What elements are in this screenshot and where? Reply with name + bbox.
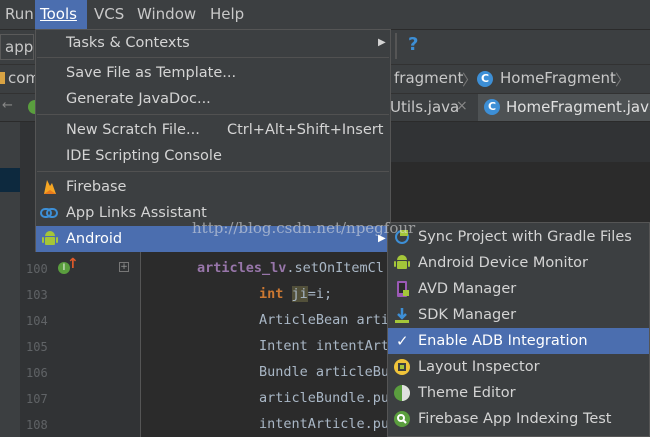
menu-item-layout-inspector[interactable]: Layout Inspector [388, 354, 649, 380]
sdk-download-icon [395, 308, 409, 323]
help-icon[interactable]: ? [408, 34, 418, 55]
package-folder-icon [0, 72, 5, 84]
code-line-107: articleBundle.pu [259, 390, 390, 406]
tab-homefragment[interactable]: C HomeFragment.java [478, 94, 650, 121]
menu-item-label: App Links Assistant [66, 205, 207, 221]
menu-item-label: New Scratch File... [66, 122, 200, 138]
menu-tools[interactable]: Tools [35, 0, 87, 29]
menu-item-avd-manager[interactable]: AVD Manager [388, 276, 649, 302]
search-icon [394, 411, 410, 427]
menu-item-ide-scripting-console[interactable]: IDE Scripting Console [36, 143, 390, 169]
code-line-105: Intent intentArt [259, 338, 390, 354]
menu-bar: Run Tools VCS Window Help [0, 0, 650, 30]
menu-item-sync-gradle[interactable]: Sync Project with Gradle Files [388, 224, 649, 250]
menu-item-save-template[interactable]: Save File as Template... [36, 60, 390, 86]
menu-item-label: Firebase [66, 179, 127, 195]
menu-item-label: Generate JavaDoc... [66, 91, 211, 107]
override-arrow-icon[interactable]: ↑ [67, 256, 79, 272]
fold-icon[interactable]: + [119, 262, 129, 272]
code-line-103: int ji=i; [259, 286, 332, 302]
project-label: app [5, 38, 34, 56]
code-keyword: int [259, 286, 284, 302]
tab-label: HomeFragment.java [506, 98, 650, 116]
line-number: 107 [26, 392, 48, 406]
code-variable: ji [291, 286, 308, 302]
android-submenu: Sync Project with Gradle Files Android D… [387, 222, 650, 437]
project-tree-selection [0, 168, 20, 192]
toolbar-divider [395, 33, 397, 59]
menu-item-label: Tasks & Contexts [66, 35, 190, 51]
code-line-100: articles_lv.setOnItemCl [197, 260, 384, 276]
line-number: 104 [26, 314, 48, 328]
menu-item-label: Layout Inspector [418, 359, 540, 375]
menu-item-android-device-monitor[interactable]: Android Device Monitor [388, 250, 649, 276]
watermark-text: http://blog.csdn.net/npegfour [192, 219, 416, 237]
link-icon [40, 208, 58, 218]
code-line-104: ArticleBean artic [259, 312, 398, 328]
menu-help[interactable]: Help [205, 0, 255, 29]
tab-utils[interactable]: Utils.java × [388, 94, 476, 121]
avd-icon [397, 281, 409, 297]
tab-label: Utils.java [390, 98, 460, 116]
menu-item-firebase[interactable]: Firebase [36, 174, 390, 200]
menu-item-label: SDK Manager [418, 307, 517, 323]
theme-editor-icon [394, 385, 410, 401]
menu-item-label: Android Device Monitor [418, 255, 588, 271]
menu-item-label: Firebase App Indexing Test [418, 411, 612, 427]
class-icon: C [484, 99, 500, 115]
menu-item-sdk-manager[interactable]: SDK Manager [388, 302, 649, 328]
menu-item-label: AVD Manager [418, 281, 517, 297]
line-number: 108 [26, 418, 48, 432]
menu-separator [37, 114, 389, 115]
menu-window[interactable]: Window [132, 0, 204, 29]
tab-scroll-left-icon[interactable]: ← [2, 98, 13, 113]
shortcut-label: Ctrl+Alt+Shift+Insert [227, 122, 384, 138]
code-field: articles_lv [197, 260, 287, 276]
menu-separator [37, 57, 389, 58]
class-icon: C [477, 71, 493, 87]
code-text: =i; [307, 286, 333, 302]
menu-item-theme-editor[interactable]: Theme Editor [388, 380, 649, 406]
menu-item-label: Sync Project with Gradle Files [418, 229, 632, 245]
line-number: 105 [26, 340, 48, 354]
close-icon[interactable]: × [456, 98, 468, 114]
breadcrumb-separator: 〉 [462, 71, 478, 89]
code-line-106: Bundle articleBun [259, 364, 398, 380]
line-number: 103 [26, 288, 48, 302]
android-icon [42, 231, 58, 245]
menu-item-enable-adb[interactable]: ✓ Enable ADB Integration [388, 328, 649, 354]
firebase-icon [44, 180, 56, 194]
menu-item-label: Save File as Template... [66, 65, 237, 81]
submenu-arrow-icon: ▶ [378, 37, 386, 48]
breadcrumb-separator: 〉 [615, 71, 631, 89]
menu-item-new-scratch-file[interactable]: New Scratch File... Ctrl+Alt+Shift+Inser… [36, 117, 390, 143]
breadcrumb-current[interactable]: HomeFragment [500, 69, 616, 87]
menu-item-label: Enable ADB Integration [418, 333, 588, 349]
code-text: .setOnItemCl [286, 260, 384, 276]
menu-item-tasks-contexts[interactable]: Tasks & Contexts ▶ [36, 30, 390, 56]
menu-item-label: IDE Scripting Console [66, 148, 222, 164]
menu-run[interactable]: Run [0, 0, 34, 29]
code-line-108: intentArticle.pu [259, 416, 390, 432]
layout-inspector-icon [394, 359, 410, 375]
menu-separator [37, 171, 389, 172]
menu-vcs[interactable]: VCS [89, 0, 131, 29]
menu-item-label: Theme Editor [418, 385, 516, 401]
line-number: 106 [26, 366, 48, 380]
menu-item-generate-javadoc[interactable]: Generate JavaDoc... [36, 86, 390, 112]
project-selector[interactable]: app [0, 34, 34, 60]
android-icon [394, 255, 410, 269]
menu-item-label: Android [66, 231, 123, 247]
breadcrumb-fragment[interactable]: fragment [394, 69, 463, 87]
menu-item-firebase-indexing-test[interactable]: Firebase App Indexing Test [388, 406, 649, 432]
checkmark-icon: ✓ [396, 332, 409, 350]
